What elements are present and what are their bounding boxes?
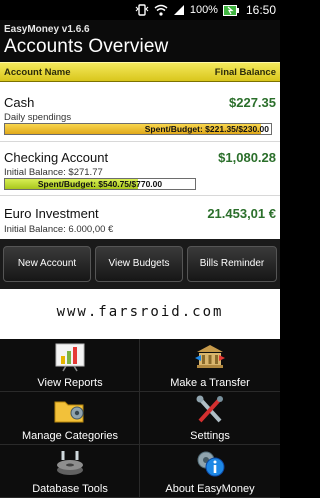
- bills-reminder-button[interactable]: Bills Reminder: [187, 246, 277, 282]
- action-button-row: New Account View Budgets Bills Reminder: [0, 239, 280, 289]
- battery-icon: [222, 4, 239, 16]
- account-balance: 21.453,01 €: [207, 206, 276, 221]
- budget-progress-label: Spent/Budget: $540.75/$770.00: [37, 179, 163, 189]
- account-row-euro-investment[interactable]: Euro Investment 21.453,01 € Initial Bala…: [0, 196, 280, 239]
- wifi-icon: [154, 4, 168, 16]
- menu-label: View Reports: [37, 377, 103, 389]
- bank-transfer-icon: [193, 342, 227, 372]
- bar-chart-icon: [53, 342, 87, 372]
- watermark-text: www.farsroid.com: [56, 304, 224, 320]
- account-row-checking[interactable]: Checking Account $1,080.28 Initial Balan…: [0, 142, 280, 196]
- menu-manage-categories[interactable]: Manage Categories: [0, 392, 140, 445]
- menu-label: About EasyMoney: [165, 483, 255, 495]
- account-name: Cash: [4, 95, 35, 110]
- battery-percent: 100%: [189, 4, 218, 16]
- account-row-cash[interactable]: Cash $227.35 Daily spendings Spent/Budge…: [0, 82, 280, 142]
- clock: 16:50: [245, 3, 276, 17]
- app-version: EasyMoney v1.6.6: [4, 24, 90, 35]
- tools-icon: [193, 395, 227, 425]
- column-final-balance: Final Balance: [214, 67, 276, 78]
- view-budgets-button[interactable]: View Budgets: [95, 246, 183, 282]
- account-balance: $1,080.28: [218, 150, 276, 165]
- column-header: Account Name Final Balance: [0, 62, 280, 82]
- budget-progress-bar: Spent/Budget: $221.35/$230.00: [4, 123, 272, 135]
- main-menu-grid: View Reports Make a Transfer Manage Cate…: [0, 339, 280, 498]
- database-disk-icon: [53, 448, 87, 478]
- folder-gear-icon: [53, 395, 87, 425]
- accounts-list: Cash $227.35 Daily spendings Spent/Budge…: [0, 82, 280, 239]
- menu-database-tools[interactable]: Database Tools: [0, 445, 140, 498]
- watermark-banner: www.farsroid.com: [0, 289, 280, 339]
- signal-icon: [173, 4, 185, 16]
- account-subtitle: Initial Balance: $271.77: [4, 167, 103, 178]
- status-icons: 100% 16:50: [135, 2, 276, 18]
- account-name: Checking Account: [4, 150, 109, 165]
- menu-settings[interactable]: Settings: [140, 392, 280, 445]
- status-bar: 100% 16:50: [0, 0, 280, 20]
- info-gear-icon: [193, 448, 227, 478]
- menu-label: Make a Transfer: [170, 377, 250, 389]
- menu-label: Database Tools: [32, 483, 108, 495]
- menu-make-transfer[interactable]: Make a Transfer: [140, 339, 280, 392]
- account-name: Euro Investment: [4, 206, 99, 221]
- column-account-name: Account Name: [4, 67, 71, 78]
- page-title: Accounts Overview: [4, 36, 169, 57]
- account-subtitle: Daily spendings: [4, 112, 72, 123]
- budget-progress-bar: Spent/Budget: $540.75/$770.00: [4, 178, 196, 190]
- vibrate-icon: [135, 4, 149, 16]
- app-title-bar: EasyMoney v1.6.6 Accounts Overview: [0, 20, 280, 62]
- menu-label: Settings: [190, 430, 230, 442]
- menu-label: Manage Categories: [21, 430, 118, 442]
- menu-view-reports[interactable]: View Reports: [0, 339, 140, 392]
- account-balance: $227.35: [229, 95, 276, 110]
- budget-progress-label: Spent/Budget: $221.35/$230.00: [144, 124, 269, 134]
- new-account-button[interactable]: New Account: [3, 246, 91, 282]
- account-subtitle: Initial Balance: 6.000,00 €: [4, 224, 114, 235]
- menu-about[interactable]: About EasyMoney: [140, 445, 280, 498]
